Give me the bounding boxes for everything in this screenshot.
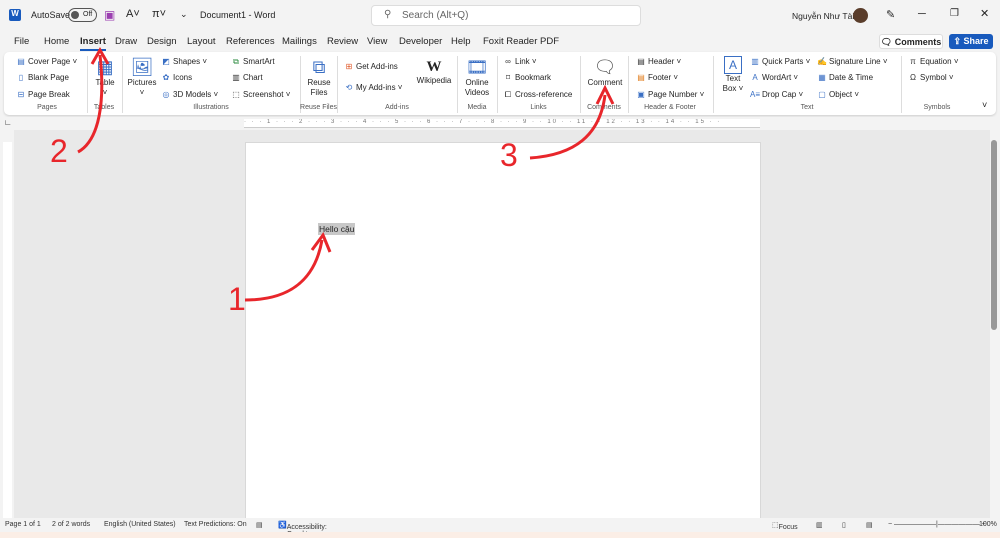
zoom-level[interactable]: 100%: [979, 521, 997, 528]
taskbar-strip: [0, 532, 1000, 538]
annotation-number-3: 3: [500, 137, 518, 173]
print-layout-icon[interactable]: ▯: [842, 521, 846, 529]
web-layout-icon[interactable]: ▤: [866, 521, 873, 529]
annotation-arrow-1: [244, 239, 324, 302]
macro-icon[interactable]: ▤: [256, 521, 263, 529]
annotation-number-1: 1: [228, 281, 246, 317]
status-bar: Page 1 of 1 2 of 2 words English (United…: [0, 518, 1000, 538]
annotation-number-2: 2: [50, 133, 68, 169]
language[interactable]: English (United States): [104, 521, 176, 528]
zoom-slider[interactable]: − ——————|—————— +: [888, 521, 986, 528]
annotation-arrow-3: [529, 94, 607, 160]
read-mode-icon[interactable]: ▥: [816, 521, 823, 529]
annotation-arrow-2: [77, 54, 104, 154]
annotation-overlay: 1 2 3: [50, 46, 615, 317]
page-count[interactable]: Page 1 of 1: [5, 521, 41, 528]
accessibility-status[interactable]: ♿ Accessibility: Good to go: [278, 521, 327, 538]
word-count[interactable]: 2 of 2 words: [52, 521, 90, 528]
focus-button[interactable]: ⬚ Focus: [772, 521, 798, 531]
text-predictions[interactable]: Text Predictions: On: [184, 521, 247, 528]
